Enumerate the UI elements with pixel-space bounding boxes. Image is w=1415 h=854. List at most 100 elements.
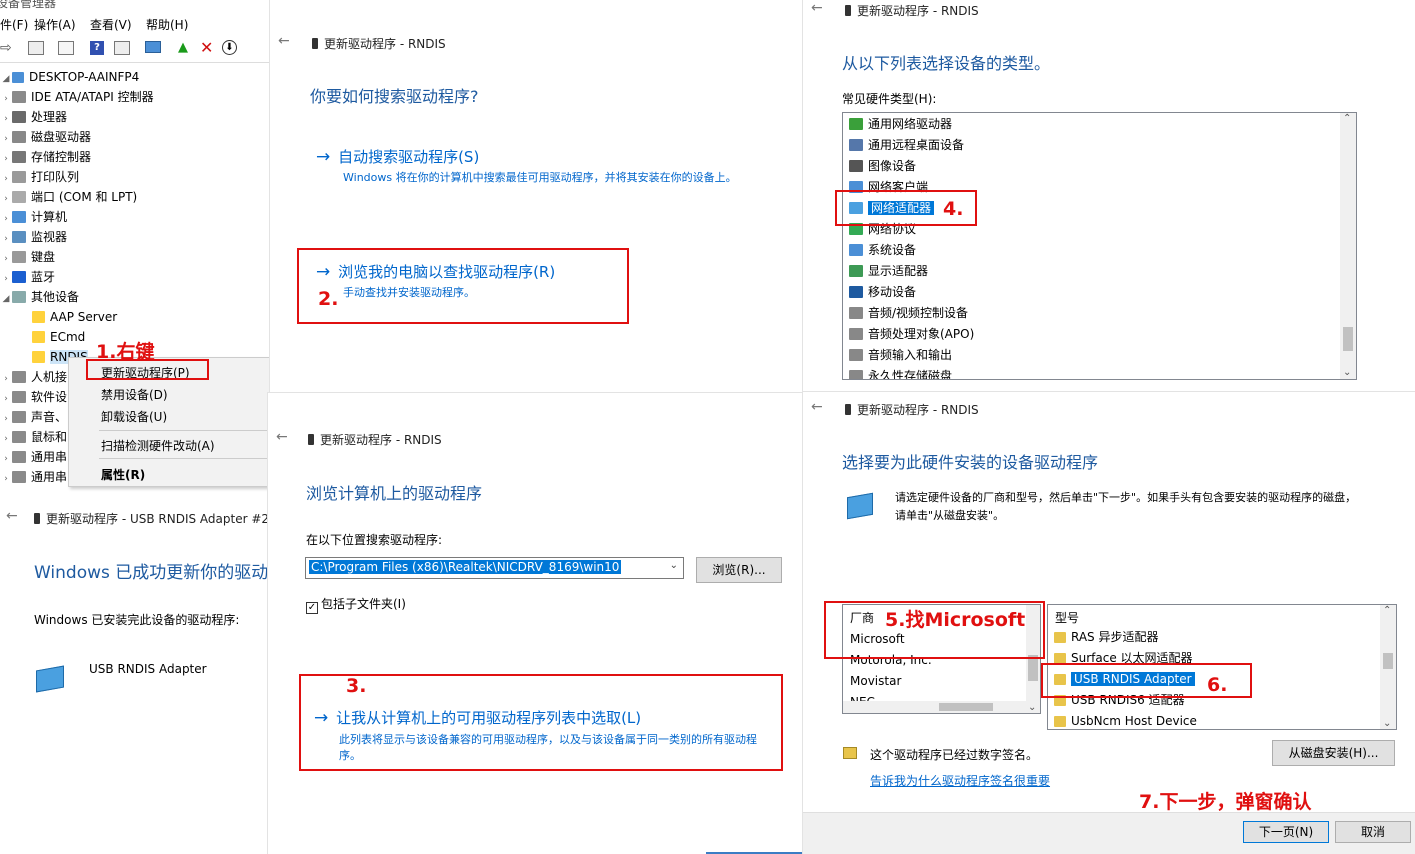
hardware-type-item[interactable]: 永久性存储磁盘 — [849, 366, 952, 379]
back-arrow-icon[interactable]: ← — [811, 399, 823, 415]
hardware-type-item[interactable]: 显示适配器 — [849, 261, 928, 282]
chevron-down-icon[interactable]: ⌄ — [1383, 718, 1391, 729]
model-scrollbar[interactable]: ⌃ ⌄ — [1380, 605, 1396, 729]
help-icon[interactable]: ? — [90, 41, 104, 55]
hardware-type-icon — [849, 160, 863, 172]
tree-item-category[interactable]: › 通用串 — [0, 467, 67, 487]
search-location-label: 在以下位置搜索驱动程序: — [306, 533, 443, 547]
category-icon — [12, 231, 26, 243]
chevron-down-icon[interactable]: ⌄ — [670, 560, 678, 571]
tree-item-category[interactable]: › IDE ATA/ATAPI 控制器 — [0, 87, 153, 107]
back-arrow-icon[interactable]: ← — [6, 508, 18, 524]
hardware-type-item[interactable]: 音频输入和输出 — [849, 345, 952, 366]
network-adapter-icon — [36, 665, 64, 693]
signing-info-link[interactable]: 告诉我为什么驱动程序签名很重要 — [870, 772, 1050, 789]
tree-item-category[interactable]: › 端口 (COM 和 LPT) — [0, 187, 137, 207]
menu-disable-device[interactable]: 禁用设备(D) — [101, 386, 168, 403]
highlight-browse-option — [297, 248, 629, 324]
back-arrow-icon[interactable]: ← — [276, 429, 288, 445]
driver-icon — [1054, 716, 1066, 727]
tree-item-category[interactable]: › 键盘 — [0, 247, 55, 267]
chevron-up-icon[interactable]: ⌃ — [1343, 113, 1351, 124]
hardware-type-icon — [849, 118, 863, 130]
tree-root[interactable]: ◢ DESKTOP-AAINFP4 — [0, 67, 140, 87]
menu-action[interactable]: 操作(A) — [34, 16, 76, 33]
tree-item-ecmd[interactable]: ECmd — [32, 327, 85, 347]
chevron-down-icon[interactable]: ⌄ — [1028, 702, 1036, 713]
back-arrow-icon[interactable]: ← — [278, 33, 290, 49]
tree-item-category[interactable]: › 监视器 — [0, 227, 67, 247]
hardware-type-item[interactable]: 通用远程桌面设备 — [849, 135, 964, 156]
view-icon[interactable] — [114, 41, 130, 55]
back-arrow-icon[interactable]: ← — [811, 0, 823, 16]
hardware-type-icon — [849, 265, 863, 277]
tree-item-category[interactable]: › 打印队列 — [0, 167, 79, 187]
hardware-type-item[interactable]: 系统设备 — [849, 240, 916, 261]
list-scrollbar[interactable]: ⌃ ⌄ — [1340, 113, 1356, 379]
tree-item-category[interactable]: › 处理器 — [0, 107, 67, 127]
wizard-title: 更新驱动程序 - RNDIS — [312, 35, 446, 52]
forward-icon[interactable]: ⇨ — [0, 40, 12, 56]
menu-properties[interactable]: 属性(R) — [101, 466, 145, 483]
model-item[interactable]: RAS 异步适配器 — [1054, 627, 1159, 648]
hardware-type-item[interactable]: 音频处理对象(APO) — [849, 324, 974, 345]
next-button[interactable]: 下一页(N) — [1243, 821, 1329, 843]
have-disk-button[interactable]: 从磁盘安装(H)... — [1272, 740, 1395, 766]
tree-item-category[interactable]: › 鼠标和 — [0, 427, 67, 447]
path-combobox[interactable]: C:\Program Files (x86)\Realtek\NICDRV_81… — [305, 557, 684, 579]
include-subfolders-checkbox[interactable]: ✓ 包括子文件夹(I) — [306, 595, 406, 614]
cancel-button[interactable]: 取消 — [1335, 821, 1411, 843]
success-window: ← 更新驱动程序 - USB RNDIS Adapter #2 Windows … — [0, 500, 270, 854]
tree-item-category[interactable]: › 存储控制器 — [0, 147, 91, 167]
model-item[interactable]: UsbNcm Host Device — [1054, 711, 1197, 729]
tree-item-category[interactable]: › 软件设 — [0, 387, 67, 407]
category-icon — [12, 371, 26, 383]
scrollbar-thumb[interactable] — [1343, 327, 1353, 351]
tree-item-aap-server[interactable]: AAP Server — [32, 307, 117, 327]
menu-file[interactable]: 件(F) — [0, 16, 28, 33]
model-header: 型号 — [1055, 611, 1080, 625]
list-icon[interactable] — [58, 41, 74, 55]
uninstall-icon[interactable]: ✕ — [200, 38, 213, 57]
hardware-type-item[interactable]: 图像设备 — [849, 156, 916, 177]
hardware-type-item[interactable]: 移动设备 — [849, 282, 916, 303]
scrollbar-thumb[interactable] — [1383, 653, 1393, 669]
browse-button[interactable]: 浏览(R)... — [696, 557, 782, 583]
tree-item-category[interactable]: › 蓝牙 — [0, 267, 55, 287]
hardware-type-item[interactable]: 通用网络驱动器 — [849, 114, 952, 135]
chevron-down-icon[interactable]: ⌄ — [1343, 367, 1351, 378]
tree-item-category[interactable]: › 磁盘驱动器 — [0, 127, 91, 147]
category-icon — [12, 191, 26, 203]
device-type-heading: 从以下列表选择设备的类型。 — [842, 54, 1051, 73]
tree-item-category[interactable]: › 通用串 — [0, 447, 67, 467]
tree-item-category[interactable]: › 计算机 — [0, 207, 67, 227]
properties-icon[interactable] — [28, 41, 44, 55]
tree-item-category[interactable]: › 人机接 — [0, 367, 67, 387]
annotation-5: 5.找Microsoft — [885, 609, 1026, 631]
monitor-icon[interactable] — [145, 41, 161, 53]
category-icon — [12, 431, 26, 443]
hardware-types-list[interactable]: 通用网络驱动器 通用远程桌面设备 图像设备 网络客户端 网络适配器 网络协议 系统设备 显示适… — [842, 112, 1357, 380]
scrollbar-thumb[interactable] — [939, 703, 993, 711]
select-driver-desc-cont: 请单击"从磁盘安装"。 — [895, 509, 1005, 522]
menu-help[interactable]: 帮助(H) — [146, 16, 188, 33]
download-icon[interactable]: ⬇ — [222, 40, 237, 55]
menu-scan-hardware[interactable]: 扫描检测硬件改动(A) — [101, 437, 215, 454]
auto-search-option[interactable]: → 自动搜索驱动程序(S) Windows 将在你的计算机中搜索最佳可用驱动程序… — [316, 146, 786, 190]
chevron-up-icon[interactable]: ⌃ — [1383, 605, 1391, 616]
path-input[interactable]: C:\Program Files (x86)\Realtek\NICDRV_81… — [309, 560, 622, 574]
category-icon — [12, 91, 26, 103]
tree-item-category[interactable]: › 声音、 — [0, 407, 67, 427]
device-icon — [845, 404, 851, 415]
manufacturer-item[interactable]: Movistar — [850, 674, 901, 688]
hardware-type-item[interactable]: 音频/视频控制设备 — [849, 303, 968, 324]
select-driver-window: ← 更新驱动程序 - RNDIS 选择要为此硬件安装的设备驱动程序 请选定硬件设… — [803, 392, 1415, 854]
menu-uninstall-device[interactable]: 卸载设备(U) — [101, 408, 167, 425]
menu-view[interactable]: 查看(V) — [90, 16, 132, 33]
device-type-window: ← 更新驱动程序 - RNDIS 从以下列表选择设备的类型。 常见硬件类型(H)… — [803, 0, 1415, 392]
manufacturer-hscrollbar[interactable] — [843, 701, 1027, 713]
wizard-title: 更新驱动程序 - RNDIS — [308, 431, 442, 448]
tree-item-other-devices[interactable]: ◢ 其他设备 — [0, 287, 79, 307]
add-driver-icon[interactable]: ▲ — [178, 40, 188, 55]
driver-icon — [1054, 632, 1066, 643]
